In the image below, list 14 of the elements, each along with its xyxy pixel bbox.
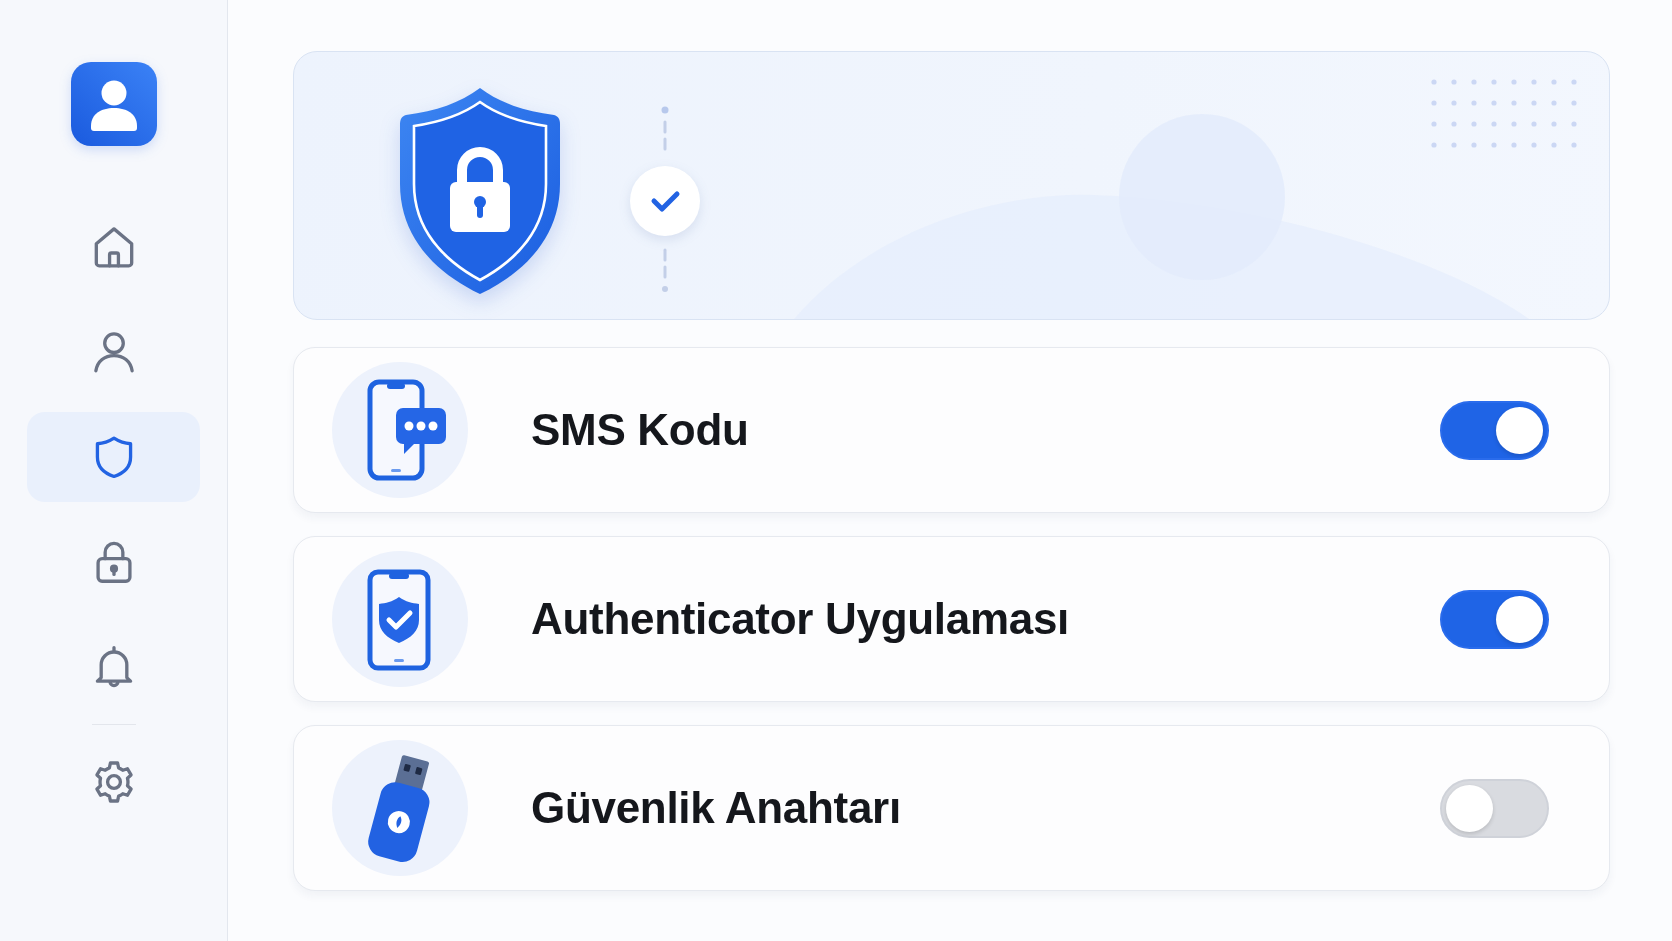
avatar-icon[interactable] [70, 62, 157, 146]
sidebar-item[interactable] [27, 412, 200, 502]
usb-key-icon [332, 740, 468, 876]
method-label: Authenticator Uygulaması [531, 594, 1069, 644]
method-label: Güvenlik Anahtarı [531, 783, 901, 833]
dashed-line [661, 248, 669, 293]
phone-shield-icon [332, 551, 468, 687]
gear-icon [92, 761, 135, 803]
check-badge-icon [630, 166, 700, 236]
phone-chat-icon [332, 362, 468, 498]
shield-lock-icon [398, 86, 562, 296]
user-icon [92, 331, 135, 373]
home-icon [92, 226, 135, 268]
method-label: SMS Kodu [531, 405, 749, 455]
